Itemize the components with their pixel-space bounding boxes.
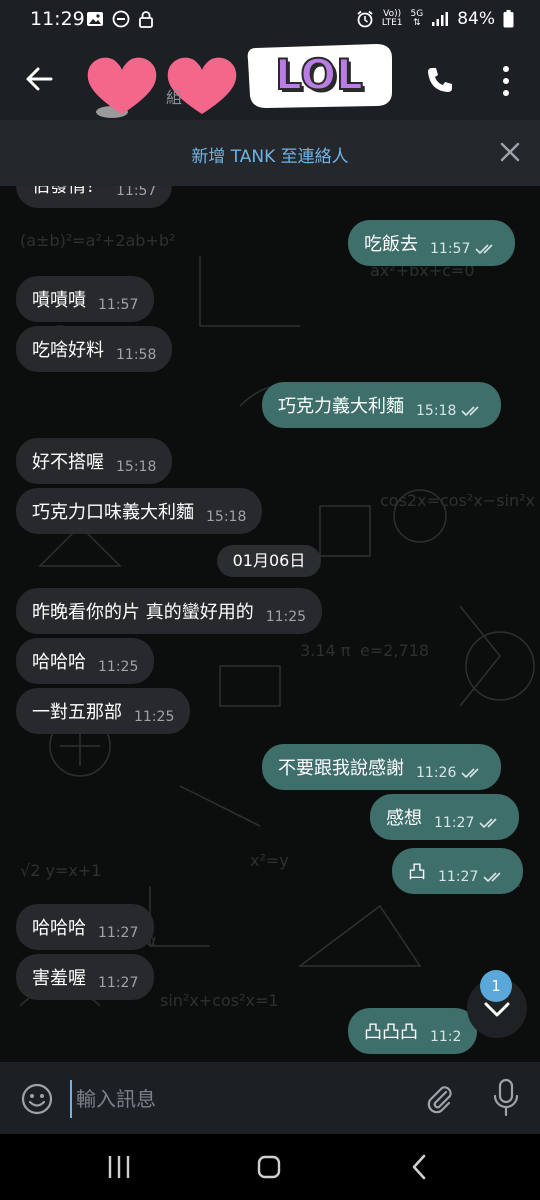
message-bubble-outgoing[interactable]: 吃飯去 11:57: [348, 220, 516, 266]
chat-header: 組 LOL LOL: [0, 40, 540, 120]
read-ticks-icon: [461, 768, 479, 779]
message-text: 凸凸凸: [364, 1022, 418, 1043]
message-bubble-incoming[interactable]: 嘖嘖嘖 11:57: [16, 276, 155, 322]
svg-text:cos2x=cos²x−sin²x: cos2x=cos²x−sin²x: [380, 491, 535, 510]
message-input[interactable]: [70, 1080, 400, 1118]
message-bubble-incoming[interactable]: 哈哈哈 11:27: [16, 904, 155, 950]
svg-text:sin²x+cos²x=1: sin²x+cos²x=1: [160, 991, 279, 1010]
message-text: 吃飯去: [364, 234, 418, 255]
svg-text:x²=y: x²=y: [250, 851, 289, 870]
message-text: 感想: [386, 808, 422, 829]
lte-label: LTE1: [381, 18, 403, 28]
attach-icon[interactable]: [422, 1082, 456, 1116]
message-time: 11:57: [430, 241, 471, 257]
message-time: 11:27: [434, 815, 475, 831]
heart-sticker-left: [87, 57, 157, 118]
status-bar: 11:29 Vo)) LTE1 5G ⇅ 84%: [0, 0, 540, 40]
message-time: 11:2: [430, 1029, 462, 1045]
message-time: 11:25: [134, 709, 175, 725]
recent-apps-icon[interactable]: [102, 1152, 136, 1182]
unread-badge: 1: [480, 970, 512, 1002]
more-vert-icon[interactable]: [496, 64, 516, 98]
message-bubble-incoming[interactable]: 吃啥好料 11:58: [16, 326, 173, 372]
back-arrow-icon[interactable]: [24, 64, 54, 94]
message-text: 哈哈哈: [32, 918, 86, 939]
status-time: 11:29: [30, 8, 85, 30]
message-bubble-incoming[interactable]: 巧克力口味義大利麵 15:18: [16, 488, 263, 534]
add-contact-bar: 新增 TANK 至連絡人: [0, 120, 540, 186]
message-time: 15:18: [116, 459, 157, 475]
message-text: 嘖嘖嘖: [32, 290, 86, 311]
message-text: 巧克力義大利麵: [278, 396, 404, 417]
svg-text:e=2,718: e=2,718: [360, 641, 429, 660]
dnd-icon: [112, 10, 130, 28]
message-bubble-outgoing[interactable]: 不要跟我說感謝 11:26: [262, 744, 502, 790]
alarm-icon: [357, 10, 373, 28]
svg-text:3.14 π: 3.14 π: [300, 641, 351, 660]
message-bubble-outgoing[interactable]: 凸 11:27: [392, 848, 524, 894]
message-bubble-incoming[interactable]: 好不搭喔 15:18: [16, 438, 173, 484]
message-text: 巧克力口味義大利麵: [32, 502, 194, 523]
message-bubble-incoming[interactable]: 一對五那部 11:25: [16, 688, 191, 734]
message-bubble-incoming[interactable]: 哈哈哈 11:25: [16, 638, 155, 684]
message-time: 11:26: [416, 765, 457, 781]
message-text: 好不搭喔: [32, 452, 104, 473]
lock-icon: [139, 11, 153, 28]
mic-icon[interactable]: [492, 1078, 520, 1118]
read-ticks-icon: [479, 818, 497, 829]
image-icon: [87, 12, 103, 26]
nav-back-icon[interactable]: [404, 1152, 438, 1182]
message-bubble-incoming[interactable]: 昨晚看你的片 真的蠻好用的 11:25: [16, 588, 323, 634]
message-bubble-incoming[interactable]: 害羞喔 11:27: [16, 954, 155, 1000]
read-ticks-icon: [475, 244, 493, 255]
message-time: 11:27: [98, 975, 139, 991]
message-bubble-outgoing[interactable]: 巧克力義大利麵 15:18: [262, 382, 502, 428]
message-time: 15:18: [416, 403, 457, 419]
message-bubble-outgoing[interactable]: 凸凸凸 11:2: [348, 1008, 478, 1054]
message-text: 昨晚看你的片 真的蠻好用的: [32, 602, 254, 623]
chat-area[interactable]: (a±b)²=a²+2ab+b² ax²+bx+c=0 cos2x=cos²x−…: [0, 186, 540, 1062]
message-text: 害羞喔: [32, 968, 86, 989]
message-time: 15:18: [206, 509, 247, 525]
lol-sticker: LOL LOL: [247, 44, 392, 108]
message-text: 哈哈哈: [32, 652, 86, 673]
message-time: 11:25: [98, 659, 139, 675]
add-contact-link[interactable]: 新增 TANK 至連絡人: [0, 142, 540, 167]
message-text: 一對五那部: [32, 702, 122, 723]
message-time: 11:57: [98, 297, 139, 313]
svg-text:(a±b)²=a²+2ab+b²: (a±b)²=a²+2ab+b²: [20, 231, 175, 250]
message-text: 不要跟我說感謝: [278, 758, 404, 779]
svg-text:√2 y=x+1: √2 y=x+1: [20, 861, 101, 880]
header-subtitle: 組: [166, 88, 183, 107]
date-chip: 01月06日: [217, 545, 321, 577]
signal-icon: [432, 12, 449, 26]
message-bubble-outgoing[interactable]: 感想 11:27: [370, 794, 520, 840]
message-text: 凸: [408, 862, 426, 883]
message-bubble-incoming[interactable]: 佔發情？ 11:57: [16, 186, 173, 208]
battery-icon: [503, 10, 514, 28]
phone-icon[interactable]: [424, 64, 456, 96]
system-nav-bar: [0, 1134, 540, 1200]
message-time: 11:58: [116, 347, 157, 363]
emoji-icon[interactable]: [20, 1082, 54, 1116]
message-text: 佔發情？: [32, 186, 104, 197]
home-icon[interactable]: [252, 1152, 286, 1182]
read-ticks-icon: [483, 872, 501, 883]
message-time: 11:57: [116, 186, 157, 199]
message-time: 11:25: [265, 609, 307, 625]
battery-percent: 84%: [457, 9, 495, 29]
lol-sticker-text: LOL: [275, 50, 363, 99]
message-input-bar: [0, 1062, 540, 1134]
message-time: 11:27: [98, 925, 139, 941]
read-ticks-icon: [461, 406, 479, 417]
message-time: 11:27: [438, 869, 479, 885]
message-text: 吃啥好料: [32, 340, 104, 361]
close-icon[interactable]: [498, 140, 522, 164]
